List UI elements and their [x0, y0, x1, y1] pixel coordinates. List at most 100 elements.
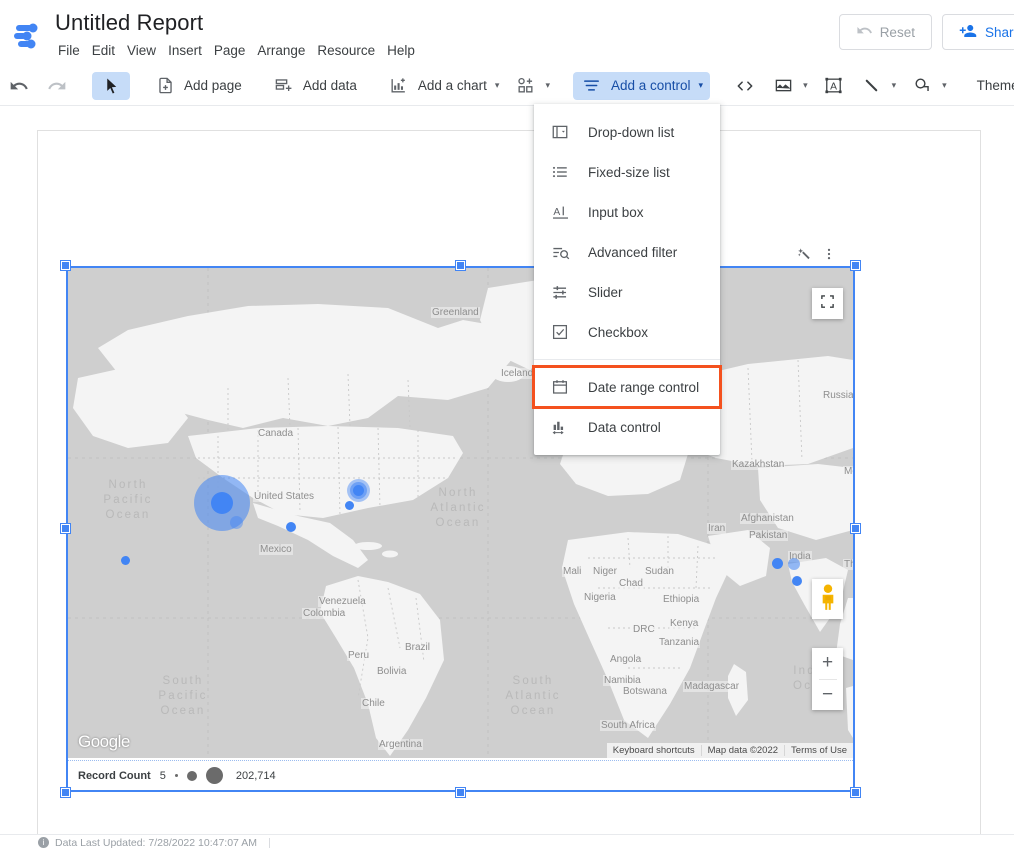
add-control-menu[interactable]: Drop-down list Fixed-size list A Input b…	[532, 104, 722, 455]
theme-and-layout-button[interactable]: Theme and layout	[970, 72, 1014, 100]
resize-handle-bottom-center[interactable]	[455, 788, 465, 797]
looker-studio-app: Untitled Report File Edit View Insert Pa…	[0, 0, 1014, 850]
resize-handle-bottom-left[interactable]	[61, 788, 70, 797]
menu-item-slider[interactable]: Slider	[534, 272, 720, 312]
data-last-updated-text: Data Last Updated: 7/28/2022 10:47:07 AM	[55, 836, 257, 849]
person-add-icon	[959, 22, 977, 43]
menu-resource[interactable]: Resource	[317, 41, 387, 60]
magic-wand-icon[interactable]	[792, 243, 814, 265]
main-toolbar: Add page Add data Add a chart ▾ ▾ Add a …	[0, 66, 1014, 106]
add-control-button[interactable]: Add a control ▾	[572, 71, 711, 100]
chevron-down-icon: ▾	[545, 80, 550, 90]
undo-button[interactable]	[0, 72, 38, 100]
menu-arrange[interactable]: Arrange	[257, 41, 317, 60]
menu-item-fixed-size-list[interactable]: Fixed-size list	[534, 152, 720, 192]
chevron-down-icon: ▾	[803, 80, 808, 90]
menu-help[interactable]: Help	[387, 41, 427, 60]
resize-handle-top-right[interactable]	[851, 261, 860, 270]
checkbox-icon	[550, 322, 570, 342]
menu-edit[interactable]: Edit	[92, 41, 127, 60]
filter-lines-icon	[580, 74, 604, 98]
add-data-label: Add data	[302, 78, 357, 93]
community-visualization-icon	[513, 74, 537, 98]
menu-divider	[534, 359, 720, 360]
menu-item-label: Checkbox	[588, 324, 649, 340]
dropdown-list-icon	[550, 122, 570, 142]
resize-handle-top-left[interactable]	[61, 261, 70, 270]
advanced-filter-icon	[550, 242, 570, 262]
menu-item-advanced-filter[interactable]: Advanced filter	[534, 232, 720, 272]
status-divider	[268, 837, 270, 848]
add-chart-button[interactable]: Add a chart ▾	[380, 72, 507, 100]
calendar-icon	[550, 377, 570, 397]
share-label: Share	[984, 24, 1014, 40]
insert-text-box-button[interactable]: A	[815, 72, 853, 100]
add-data-button[interactable]: Add data	[265, 72, 364, 100]
info-icon: i	[38, 837, 49, 848]
data-control-icon	[550, 417, 570, 437]
menu-item-label: Drop-down list	[588, 124, 675, 140]
menu-item-date-range-control[interactable]: Date range control	[532, 365, 722, 409]
page-plus-icon	[153, 74, 177, 98]
resize-handle-middle-left[interactable]	[61, 524, 70, 533]
add-page-label: Add page	[184, 78, 242, 93]
menu-view[interactable]: View	[127, 41, 168, 60]
menu-item-label: Slider	[588, 284, 623, 300]
redo-icon	[45, 74, 69, 98]
menu-item-label: Advanced filter	[588, 244, 678, 260]
menu-item-drop-down-list[interactable]: Drop-down list	[534, 112, 720, 152]
menu-page[interactable]: Page	[214, 41, 258, 60]
line-icon	[860, 74, 884, 98]
resize-handle-top-center[interactable]	[455, 261, 465, 270]
text-box-icon: A	[822, 74, 846, 98]
menu-item-label: Data control	[588, 419, 661, 435]
embed-code-button[interactable]	[726, 72, 764, 100]
database-plus-icon	[272, 74, 296, 98]
chart-toolbar	[792, 243, 840, 265]
insert-image-button[interactable]: ▾	[764, 72, 815, 100]
chevron-down-icon: ▾	[494, 80, 500, 90]
menu-file[interactable]: File	[55, 41, 92, 60]
share-button[interactable]: Share	[941, 14, 1014, 50]
add-page-button[interactable]: Add page	[146, 72, 249, 100]
add-chart-label: Add a chart	[417, 78, 487, 93]
resize-handle-middle-right[interactable]	[851, 524, 860, 533]
embed-code-icon	[733, 74, 757, 98]
app-header: Untitled Report File Edit View Insert Pa…	[0, 0, 1014, 66]
chevron-down-icon: ▾	[942, 80, 947, 90]
chevron-down-icon: ▾	[891, 80, 897, 90]
theme-and-layout-label: Theme and layout	[976, 78, 1014, 93]
input-box-icon: A	[550, 202, 570, 222]
insert-line-button[interactable]: ▾	[853, 72, 904, 100]
header-actions: Reset Share	[838, 14, 1014, 50]
redo-button[interactable]	[38, 72, 76, 100]
select-tool-button[interactable]	[92, 71, 130, 100]
menu-item-input-box[interactable]: A Input box	[534, 192, 720, 232]
cursor-arrow-icon	[99, 74, 123, 98]
resize-handle-bottom-right[interactable]	[851, 788, 860, 797]
menu-item-data-control[interactable]: Data control	[534, 407, 720, 447]
chart-selection-frame[interactable]	[61, 261, 860, 797]
menu-item-label: Input box	[588, 204, 644, 220]
reset-button[interactable]: Reset	[838, 14, 932, 50]
menu-item-checkbox[interactable]: Checkbox	[534, 312, 720, 352]
insert-shape-button[interactable]: ▾	[903, 72, 954, 100]
more-vert-icon[interactable]	[818, 243, 840, 265]
menu-item-label: Fixed-size list	[588, 164, 670, 180]
image-icon	[771, 74, 795, 98]
undo-arrow-icon	[856, 22, 873, 42]
svg-text:A: A	[553, 206, 560, 217]
svg-text:A: A	[830, 81, 837, 92]
looker-studio-logo-icon	[14, 22, 48, 50]
report-canvas[interactable]: North Pacific Ocean North Atlantic Ocean Sou…	[0, 107, 1014, 842]
shape-icon	[910, 74, 934, 98]
menu-bar: File Edit View Insert Page Arrange Resou…	[55, 41, 427, 60]
community-visualizations-button[interactable]: ▾	[506, 72, 557, 100]
reset-label: Reset	[879, 24, 915, 40]
add-control-label: Add a control	[610, 78, 691, 93]
bar-chart-plus-icon	[387, 74, 411, 98]
menu-item-label: Date range control	[588, 379, 700, 395]
report-title[interactable]: Untitled Report	[55, 10, 203, 36]
fixed-size-list-icon	[550, 162, 570, 182]
menu-insert[interactable]: Insert	[168, 41, 214, 60]
